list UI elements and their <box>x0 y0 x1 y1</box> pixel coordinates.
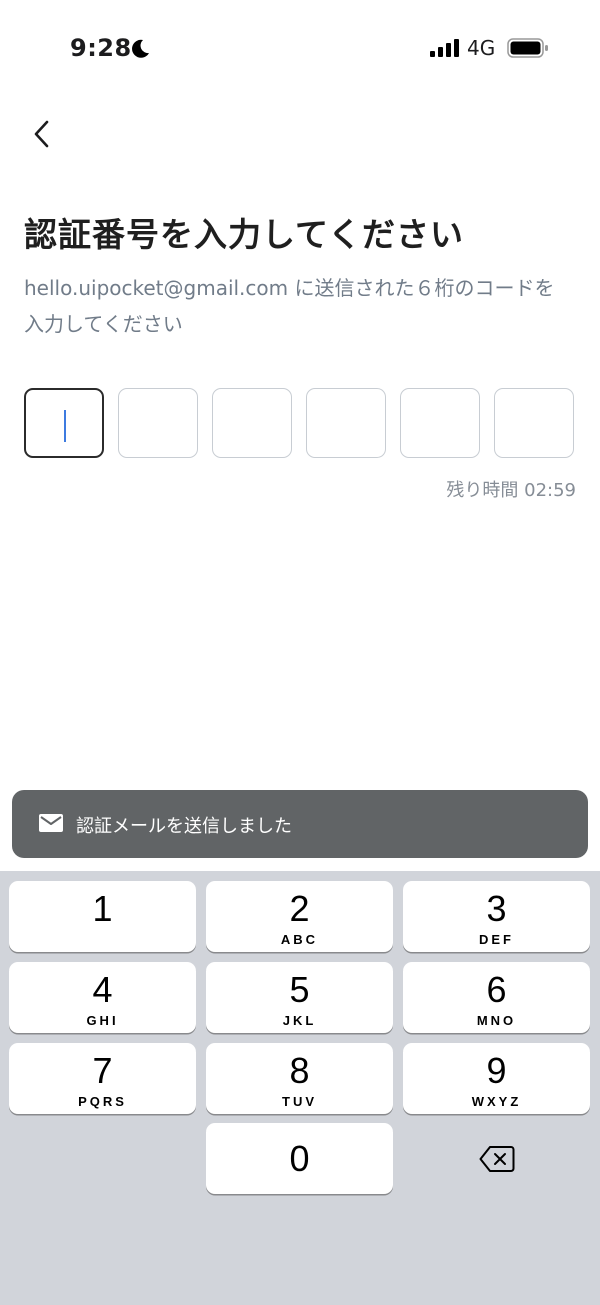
key-digit: 5 <box>289 969 310 1010</box>
key-letters: DEF <box>479 932 514 947</box>
key-digit: 2 <box>289 888 310 929</box>
key-letters: PQRS <box>78 1094 127 1109</box>
otp-digit-1[interactable] <box>24 388 104 458</box>
page-subtitle: hello.uipocket@gmail.com に送信された６桁のコードを入力… <box>24 276 555 336</box>
key-3[interactable]: 3 DEF <box>403 881 590 952</box>
chevron-left-icon <box>34 120 49 148</box>
key-2[interactable]: 2 ABC <box>206 881 393 952</box>
otp-digit-6[interactable] <box>494 388 574 458</box>
key-9[interactable]: 9 WXYZ <box>403 1043 590 1114</box>
delete-button[interactable] <box>403 1123 590 1194</box>
key-4[interactable]: 4 GHI <box>9 962 196 1033</box>
otp-digit-3[interactable] <box>212 388 292 458</box>
key-letters: WXYZ <box>471 1094 522 1109</box>
key-8[interactable]: 8 TUV <box>206 1043 393 1114</box>
backspace-icon <box>479 1146 515 1172</box>
key-letters: TUV <box>282 1094 317 1109</box>
text-caret <box>64 410 66 442</box>
status-time: 9:28 <box>70 34 132 62</box>
key-7[interactable]: 7 PQRS <box>9 1043 196 1114</box>
key-digit: 0 <box>289 1138 310 1179</box>
battery-icon <box>507 38 549 62</box>
status-bar: 9:28 4G <box>0 0 600 98</box>
key-digit: 8 <box>289 1050 310 1091</box>
key-digit: 1 <box>92 888 113 929</box>
key-6[interactable]: 6 MNO <box>403 962 590 1033</box>
key-digit: 4 <box>92 969 113 1010</box>
numeric-keyboard: 1 2 ABC 3 DEF 4 GHI 5 JKL 6 MNO 7 PQRS 8… <box>0 871 600 1305</box>
signal-icon <box>430 39 460 61</box>
key-letters: GHI <box>86 1013 119 1028</box>
toast-notification: 認証メールを送信しました <box>12 790 588 858</box>
key-1[interactable]: 1 <box>9 881 196 952</box>
mail-icon <box>38 812 64 838</box>
key-digit: 3 <box>486 888 507 929</box>
remaining-time: 残り時間 02:59 <box>446 480 576 501</box>
toast-message: 認証メールを送信しました <box>76 816 292 837</box>
otp-digit-4[interactable] <box>306 388 386 458</box>
otp-digit-2[interactable] <box>118 388 198 458</box>
network-label: 4G <box>467 36 496 60</box>
otp-input-group <box>24 388 576 460</box>
back-button[interactable] <box>28 118 58 150</box>
key-5[interactable]: 5 JKL <box>206 962 393 1033</box>
key-letters: ABC <box>280 932 319 947</box>
moon-icon <box>129 38 151 64</box>
otp-digit-5[interactable] <box>400 388 480 458</box>
key-digit: 7 <box>92 1050 113 1091</box>
key-digit: 9 <box>486 1050 507 1091</box>
key-letters: MNO <box>476 1013 517 1028</box>
page-title: 認証番号を入力してください <box>24 215 465 254</box>
key-0[interactable]: 0 <box>206 1123 393 1194</box>
key-digit: 6 <box>486 969 507 1010</box>
key-letters: JKL <box>282 1013 317 1028</box>
